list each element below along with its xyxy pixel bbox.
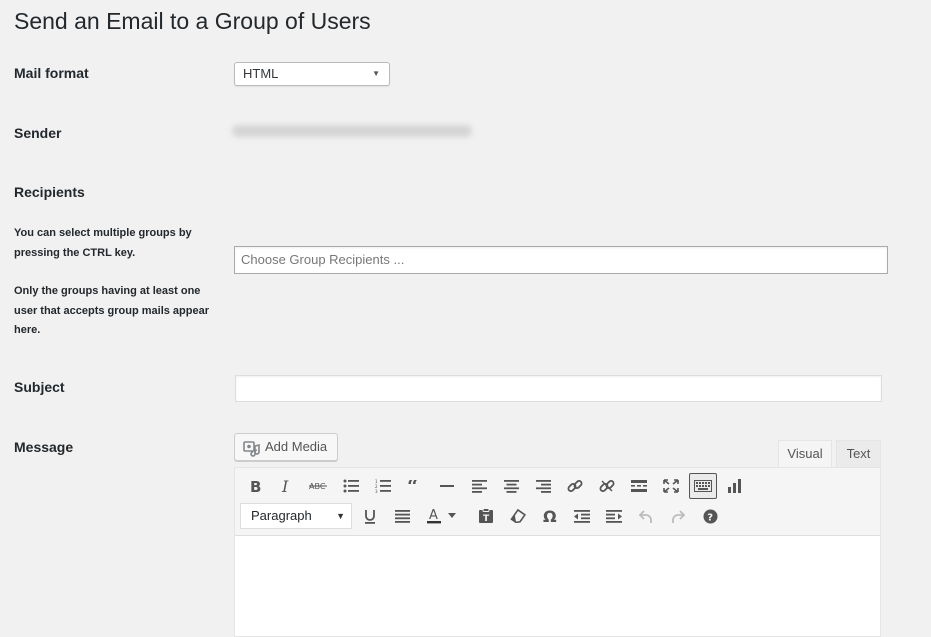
svg-text:T: T — [483, 514, 490, 524]
text-color-icon[interactable]: A — [421, 503, 447, 529]
svg-text:3: 3 — [375, 489, 378, 493]
chart-icon[interactable] — [722, 473, 748, 499]
underline-icon[interactable] — [357, 503, 383, 529]
justify-icon[interactable] — [389, 503, 415, 529]
undo-icon[interactable] — [633, 503, 659, 529]
message-label: Message — [14, 439, 74, 455]
align-left-icon[interactable] — [466, 473, 492, 499]
redo-icon[interactable] — [665, 503, 691, 529]
editor-toolbar: B I ABC 123 “ Paragraph ▼ A T Ω ? — [235, 468, 880, 536]
message-editor[interactable]: B I ABC 123 “ Paragraph ▼ A T Ω ? — [234, 467, 881, 637]
chevron-down-icon: ▼ — [336, 511, 345, 521]
recipients-label: Recipients — [14, 184, 85, 200]
svg-text:A: A — [429, 508, 438, 523]
mail-format-select[interactable]: HTML ▼ — [234, 62, 390, 86]
sender-label: Sender — [14, 125, 62, 141]
chevron-down-icon: ▼ — [372, 69, 380, 78]
text-color-dropdown-icon[interactable] — [445, 503, 459, 529]
special-character-icon[interactable]: Ω — [537, 503, 563, 529]
subject-input[interactable] — [235, 375, 882, 402]
page-title: Send an Email to a Group of Users — [14, 8, 371, 34]
bullet-list-icon[interactable] — [338, 473, 364, 499]
svg-text:“: “ — [407, 480, 419, 492]
blockquote-icon[interactable]: “ — [402, 473, 428, 499]
svg-text:I: I — [281, 478, 289, 494]
sender-value-redacted — [232, 125, 472, 137]
paragraph-format-select[interactable]: Paragraph ▼ — [240, 503, 352, 529]
fullscreen-icon[interactable] — [658, 473, 684, 499]
svg-text:B: B — [250, 478, 261, 494]
recipients-help-multiple: You can select multiple groups by pressi… — [14, 227, 192, 259]
subject-label: Subject — [14, 379, 65, 395]
tab-visual[interactable]: Visual — [778, 440, 832, 467]
paragraph-format-value: Paragraph — [251, 508, 312, 523]
strikethrough-icon[interactable]: ABC — [305, 473, 331, 499]
unlink-icon[interactable] — [594, 473, 620, 499]
add-media-label: Add Media — [265, 439, 328, 454]
svg-text:?: ? — [707, 512, 713, 523]
recipients-placeholder: Choose Group Recipients ... — [241, 252, 405, 267]
toolbar-toggle-icon[interactable] — [689, 473, 717, 499]
mail-format-label: Mail format — [14, 65, 89, 81]
italic-icon[interactable]: I — [273, 473, 299, 499]
link-icon[interactable] — [562, 473, 588, 499]
align-right-icon[interactable] — [530, 473, 556, 499]
add-media-icon — [243, 440, 261, 466]
read-more-icon[interactable] — [626, 473, 652, 499]
outdent-icon[interactable] — [569, 503, 595, 529]
recipients-input[interactable]: Choose Group Recipients ... — [234, 246, 888, 274]
align-center-icon[interactable] — [498, 473, 524, 499]
svg-text:Ω: Ω — [543, 508, 557, 524]
horizontal-line-icon[interactable] — [434, 473, 460, 499]
bold-icon[interactable]: B — [242, 473, 268, 499]
help-icon[interactable]: ? — [697, 503, 723, 529]
add-media-button[interactable]: Add Media — [234, 433, 338, 461]
mail-format-value: HTML — [243, 66, 279, 81]
numbered-list-icon[interactable]: 123 — [370, 473, 396, 499]
indent-icon[interactable] — [601, 503, 627, 529]
paste-text-icon[interactable]: T — [473, 503, 499, 529]
recipients-help-groups: Only the groups having at least one user… — [14, 285, 210, 336]
clear-formatting-icon[interactable] — [505, 503, 531, 529]
tab-text[interactable]: Text — [836, 440, 881, 467]
